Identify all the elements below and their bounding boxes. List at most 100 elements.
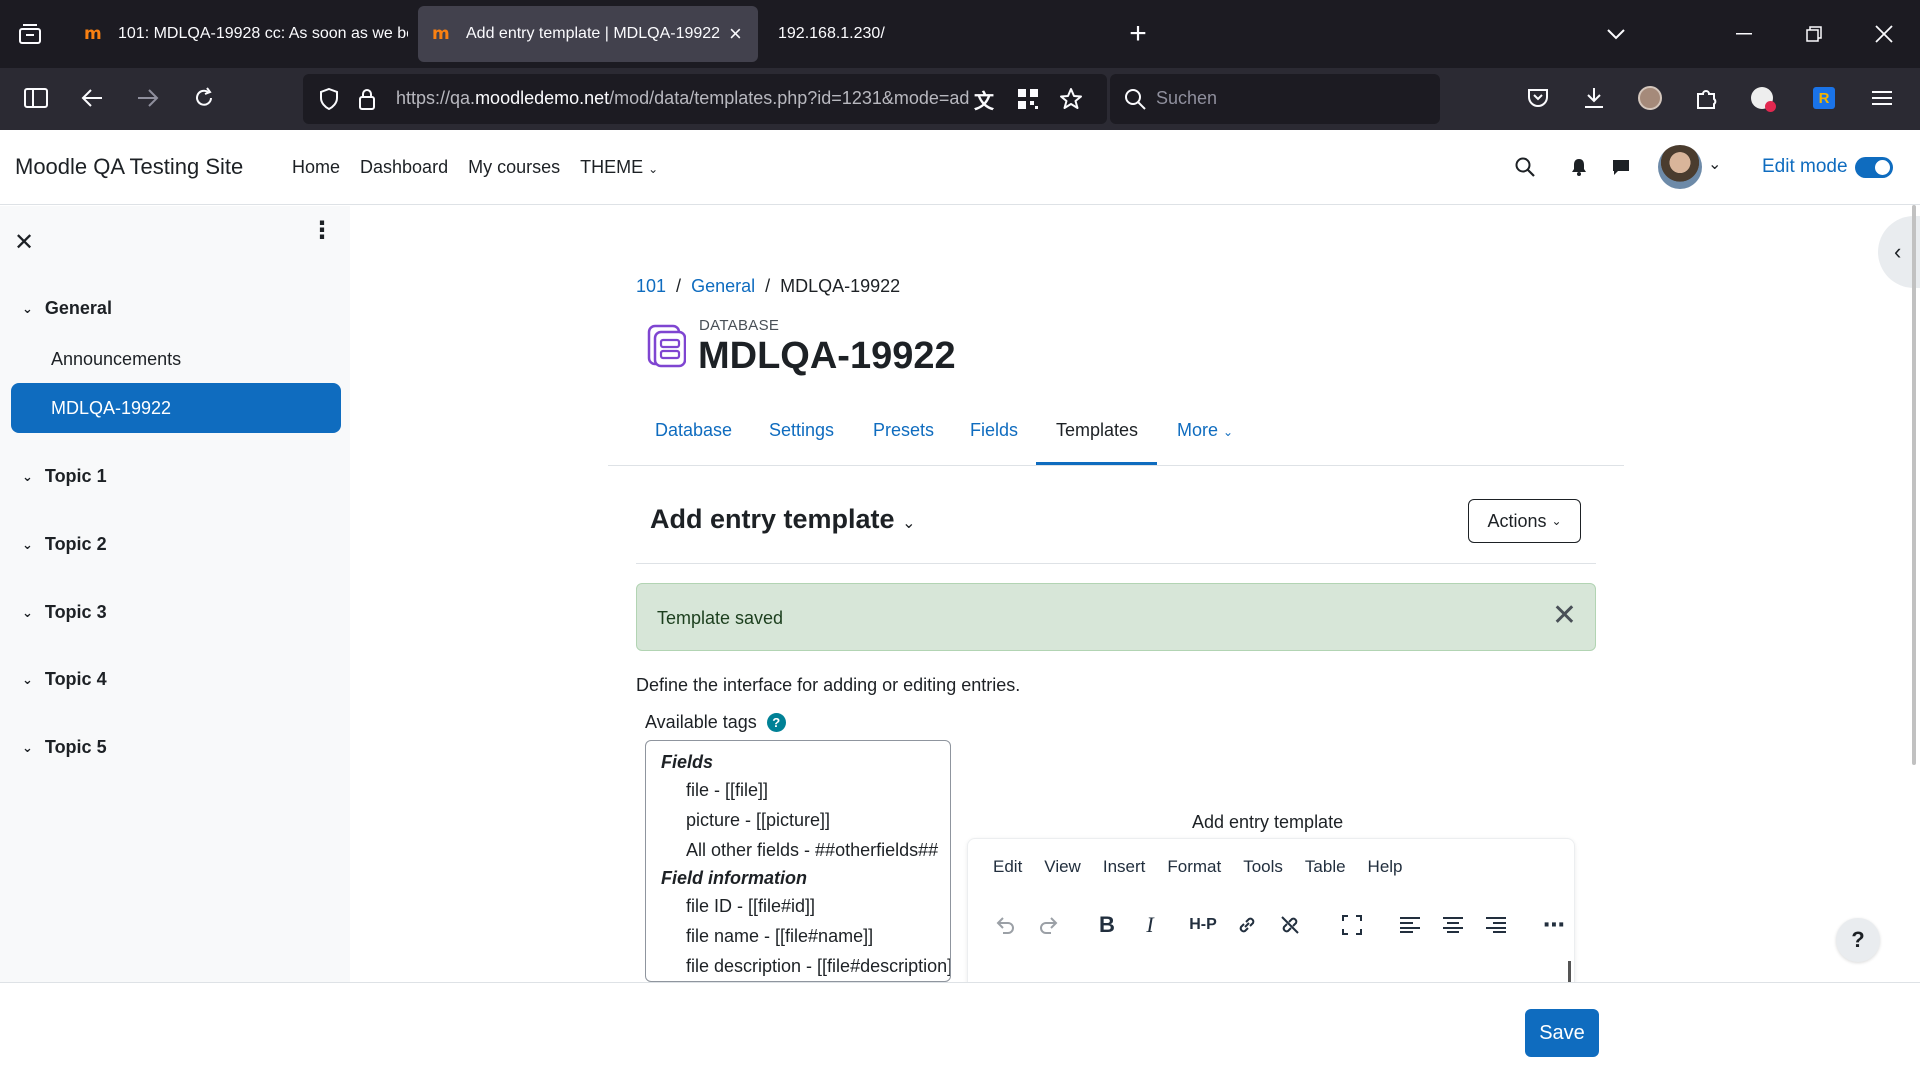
section-topic-3[interactable]: ⌄ Topic 3 xyxy=(22,602,107,623)
h5p-icon[interactable]: H-P xyxy=(1186,911,1220,939)
align-left-icon[interactable] xyxy=(1396,911,1424,939)
tag-item[interactable]: file ID - [[file#id]] xyxy=(646,891,950,921)
user-menu-chevron-icon[interactable]: ⌄ xyxy=(1708,154,1721,174)
notifications-bell-icon[interactable] xyxy=(1566,154,1592,180)
browser-tab-3[interactable]: 192.168.1.230/ xyxy=(766,6,1066,62)
sidebar-item-announcements[interactable]: Announcements xyxy=(11,334,341,384)
tab-presets[interactable]: Presets xyxy=(873,420,934,441)
account-avatar-icon[interactable] xyxy=(1636,84,1664,112)
site-name[interactable]: Moodle QA Testing Site xyxy=(15,154,243,180)
tag-item[interactable]: file - [[file]] xyxy=(646,775,950,805)
nav-my-courses[interactable]: My courses xyxy=(468,157,560,178)
italic-icon[interactable]: I xyxy=(1136,911,1164,939)
tab-overview-icon[interactable] xyxy=(16,20,44,48)
section-label: Topic 5 xyxy=(44,737,107,757)
menu-help[interactable]: Help xyxy=(1368,857,1403,877)
qr-code-icon[interactable] xyxy=(1014,85,1042,113)
tab-fields[interactable]: Fields xyxy=(970,420,1018,441)
tag-item[interactable]: file description - [[file#description]] xyxy=(646,951,950,981)
close-drawer-icon[interactable]: ✕ xyxy=(14,228,34,257)
help-button[interactable]: ? xyxy=(1836,918,1880,962)
tab-list-chevron-icon[interactable] xyxy=(1602,20,1630,48)
tag-item[interactable]: file name - [[file#name]] xyxy=(646,921,950,951)
tab-more[interactable]: More ⌄ xyxy=(1177,420,1233,441)
menu-view[interactable]: View xyxy=(1044,857,1081,877)
pocket-icon[interactable] xyxy=(1524,84,1552,112)
menu-format[interactable]: Format xyxy=(1167,857,1221,877)
section-topic-1[interactable]: ⌄ Topic 1 xyxy=(22,466,107,487)
search-icon[interactable] xyxy=(1512,154,1538,180)
browser-search-box[interactable]: Suchen xyxy=(1110,74,1440,124)
section-topic-2[interactable]: ⌄ Topic 2 xyxy=(22,534,107,555)
edit-mode-toggle[interactable] xyxy=(1855,157,1893,178)
unlink-icon[interactable] xyxy=(1276,911,1304,939)
restore-icon[interactable] xyxy=(1800,20,1828,48)
breadcrumb-course[interactable]: 101 xyxy=(636,276,666,297)
section-topic-4[interactable]: ⌄ Topic 4 xyxy=(22,669,107,690)
reload-icon[interactable] xyxy=(190,84,218,112)
drawer-options-icon[interactable]: ⋮ xyxy=(310,219,334,243)
user-avatar[interactable] xyxy=(1658,145,1702,189)
save-button[interactable]: Save xyxy=(1525,1009,1599,1057)
back-icon[interactable] xyxy=(78,84,106,112)
chevron-down-icon[interactable]: ⌄ xyxy=(22,537,33,553)
help-icon[interactable]: ? xyxy=(766,713,786,732)
align-center-icon[interactable] xyxy=(1439,911,1467,939)
downloads-icon[interactable] xyxy=(1580,84,1608,112)
forward-icon[interactable] xyxy=(134,84,162,112)
available-tags-list[interactable]: Fields file - [[file]] picture - [[pictu… xyxy=(645,740,951,982)
nav-home[interactable]: Home xyxy=(292,157,340,178)
menu-insert[interactable]: Insert xyxy=(1103,857,1146,877)
menu-tools[interactable]: Tools xyxy=(1243,857,1283,877)
section-general[interactable]: ⌄ General xyxy=(22,298,112,319)
menu-edit[interactable]: Edit xyxy=(993,857,1022,877)
close-icon[interactable]: ✕ xyxy=(1552,598,1577,633)
new-tab-icon[interactable]: + xyxy=(1124,17,1152,50)
nav-dashboard[interactable]: Dashboard xyxy=(360,157,448,178)
translate-icon[interactable]: 文 xyxy=(970,85,998,113)
shield-icon[interactable] xyxy=(315,85,343,113)
lock-icon[interactable] xyxy=(353,85,381,113)
tab-settings[interactable]: Settings xyxy=(769,420,834,441)
align-right-icon[interactable] xyxy=(1482,911,1510,939)
breadcrumb-section[interactable]: General xyxy=(691,276,755,297)
bookmark-star-icon[interactable] xyxy=(1057,85,1085,113)
close-tab-icon[interactable]: × xyxy=(729,23,742,45)
browser-tab-1[interactable]: m 101: MDLQA-19928 cc: As soon as we beg xyxy=(70,6,410,62)
chevron-down-icon[interactable]: ⌄ xyxy=(22,740,33,756)
sidebar-toggle-icon[interactable] xyxy=(22,84,50,112)
chevron-down-icon[interactable]: ⌄ xyxy=(22,301,33,317)
template-selector[interactable]: Add entry template ⌄ xyxy=(650,504,915,535)
actions-button[interactable]: Actions ⌄ xyxy=(1468,499,1581,543)
messages-icon[interactable] xyxy=(1608,154,1634,180)
chevron-down-icon[interactable]: ⌄ xyxy=(22,672,33,688)
menu-table[interactable]: Table xyxy=(1305,857,1346,877)
hamburger-menu-icon[interactable] xyxy=(1868,84,1896,112)
sidebar-item-label: MDLQA-19922 xyxy=(51,397,172,418)
redo-icon[interactable] xyxy=(1035,911,1063,939)
extension-r-icon[interactable]: R xyxy=(1810,84,1838,112)
tag-item[interactable]: All other fields - ##otherfields## xyxy=(646,835,950,865)
sidebar-item-mdlqa-19922[interactable]: MDLQA-19922 xyxy=(11,383,341,433)
chevron-down-icon[interactable]: ⌄ xyxy=(22,469,33,485)
tab-templates[interactable]: Templates xyxy=(1056,420,1138,441)
undo-icon[interactable] xyxy=(991,911,1019,939)
fullscreen-icon[interactable] xyxy=(1338,911,1366,939)
extensions-icon[interactable] xyxy=(1692,84,1720,112)
close-window-icon[interactable] xyxy=(1870,20,1898,48)
page-scrollbar[interactable] xyxy=(1912,205,1916,765)
extension-globe-icon[interactable] xyxy=(1748,84,1776,112)
chevron-down-icon[interactable]: ⌄ xyxy=(22,605,33,621)
minimize-icon[interactable] xyxy=(1730,20,1758,48)
tab-database[interactable]: Database xyxy=(655,420,732,441)
link-icon[interactable] xyxy=(1233,911,1261,939)
url-text[interactable]: https://qa.moodledemo.net/mod/data/templ… xyxy=(396,88,971,109)
address-bar[interactable]: https://qa.moodledemo.net/mod/data/templ… xyxy=(303,74,1107,124)
section-topic-5[interactable]: ⌄ Topic 5 xyxy=(22,737,107,758)
bold-icon[interactable]: B xyxy=(1093,911,1121,939)
more-options-icon[interactable]: ⋯ xyxy=(1540,911,1568,939)
browser-tab-2[interactable]: m Add entry template | MDLQA-19922 | C × xyxy=(418,6,758,62)
nav-theme[interactable]: THEME ⌄ xyxy=(580,157,658,178)
database-activity-icon xyxy=(647,324,686,368)
tag-item[interactable]: picture - [[picture]] xyxy=(646,805,950,835)
